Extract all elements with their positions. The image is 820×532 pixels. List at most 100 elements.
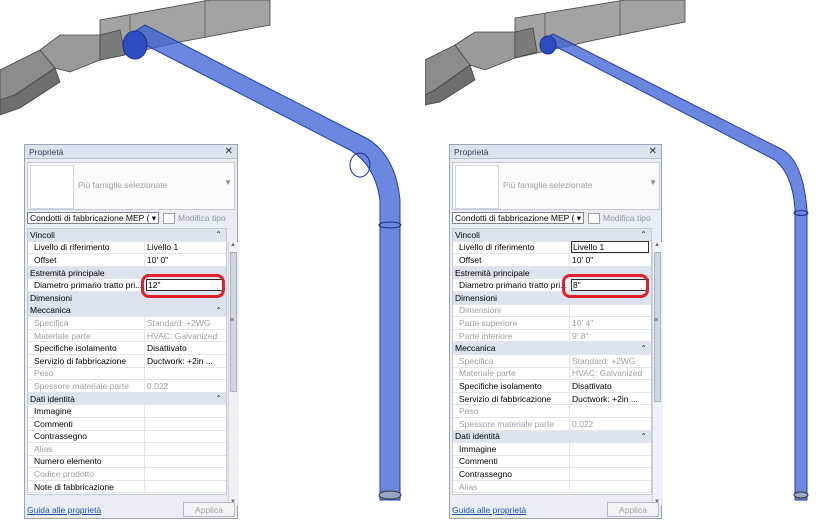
property-name: Parte superiore bbox=[453, 317, 570, 329]
property-row: Spessore materiale parte 0.022 bbox=[453, 417, 651, 431]
property-value[interactable] bbox=[145, 431, 226, 443]
property-row: Numero elemento bbox=[28, 455, 226, 469]
instance-filter-dropdown[interactable]: Condotti di fabbricazione MEP ( ▾ bbox=[452, 212, 584, 224]
property-name: Codice prodotto bbox=[28, 468, 145, 480]
scroll-up-icon[interactable]: ▲ bbox=[230, 242, 236, 248]
section-label: Vincoli bbox=[455, 229, 480, 240]
property-value bbox=[570, 405, 651, 417]
property-value: 0.022 bbox=[147, 380, 169, 391]
section-label: Dati identità bbox=[455, 431, 500, 442]
property-value[interactable] bbox=[570, 443, 651, 455]
collapse-icon[interactable]: ⌃ bbox=[640, 432, 647, 441]
scroll-thumb[interactable] bbox=[654, 252, 661, 402]
chevron-down-icon[interactable]: ▼ bbox=[224, 178, 232, 187]
property-value[interactable]: Ductwork: +2in ... bbox=[570, 393, 651, 405]
property-value[interactable]: Ductwork: +2in ... bbox=[145, 355, 226, 367]
type-selector-preview[interactable]: Più famiglie selezionate ▼ bbox=[27, 162, 235, 210]
instance-filter-dropdown[interactable]: Condotti di fabbricazione MEP ( ▾ bbox=[27, 212, 159, 224]
close-icon[interactable]: ✕ bbox=[649, 146, 657, 157]
property-value bbox=[145, 368, 226, 380]
property-name: Contrassegno bbox=[453, 468, 570, 480]
property-value[interactable]: 10' 0" bbox=[570, 254, 651, 266]
property-value[interactable]: Disattivato bbox=[145, 342, 226, 354]
type-selector-preview[interactable]: Più famiglie selezionate ▼ bbox=[452, 162, 660, 210]
property-name: Spessore materiale parte bbox=[453, 417, 570, 430]
scroll-up-icon[interactable]: ▲ bbox=[654, 242, 660, 248]
edit-type-button[interactable]: Modifica tipo bbox=[588, 212, 651, 224]
property-value[interactable] bbox=[145, 418, 226, 430]
property-value: 9' 8" bbox=[572, 330, 589, 341]
grid-section-header[interactable]: Meccanica ⌃ bbox=[453, 342, 651, 355]
grid-section-header[interactable]: Vincoli ⌃ bbox=[453, 229, 651, 242]
highlight-annotation bbox=[141, 274, 225, 298]
property-row: Alias bbox=[453, 480, 651, 494]
property-value bbox=[145, 468, 226, 480]
chevron-down-icon[interactable]: ▼ bbox=[649, 178, 657, 187]
property-name: Servizio di fabbricazione bbox=[453, 392, 570, 405]
properties-grid[interactable]: Vincoli ⌃ Livello di riferimento Livello 1O… bbox=[27, 228, 227, 495]
property-name: Specifiche isolamento bbox=[453, 380, 570, 392]
property-name: Immagine bbox=[453, 443, 570, 455]
property-value[interactable] bbox=[145, 456, 226, 468]
palette-title: Proprietà bbox=[29, 146, 64, 157]
property-value[interactable] bbox=[145, 405, 226, 417]
grid-section-header[interactable]: Dati identità ⌃ bbox=[28, 392, 226, 406]
scroll-grip-icon: ≡ bbox=[654, 317, 659, 324]
property-value: Standard: +2WG bbox=[147, 317, 211, 328]
property-row: Specifica Standard: +2WG bbox=[28, 317, 226, 330]
properties-scrollbar[interactable]: ▲ ≡ ▼ bbox=[228, 242, 239, 505]
property-value: HVAC: Galvanized bbox=[147, 330, 218, 341]
property-row: Offset 10' 0" bbox=[28, 254, 226, 267]
property-value[interactable] bbox=[570, 456, 651, 468]
property-name: Immagine bbox=[28, 405, 145, 417]
property-name: Numero elemento bbox=[28, 455, 145, 468]
section-label: Dati identità bbox=[30, 393, 75, 404]
property-value[interactable] bbox=[145, 481, 226, 493]
palette-footer: Guida alle proprietà Applica bbox=[450, 501, 661, 518]
type-name: Più famiglie selezionate bbox=[503, 180, 593, 190]
property-value[interactable]: Disattivato bbox=[570, 380, 651, 392]
properties-grid[interactable]: Vincoli ⌃ Livello di riferimento Livello 1O… bbox=[452, 228, 652, 495]
property-name: Peso bbox=[28, 367, 145, 380]
property-name: Commenti bbox=[453, 455, 570, 468]
type-name: Più famiglie selezionate bbox=[78, 180, 168, 190]
property-row: Contrassegno bbox=[453, 468, 651, 481]
property-name: Note di fabbricazione bbox=[28, 480, 145, 493]
property-name: Alias bbox=[28, 443, 145, 455]
help-link[interactable]: Guida alle proprietà bbox=[27, 505, 101, 515]
chevron-down-icon: ▾ bbox=[576, 212, 581, 223]
palette-title-bar: Proprietà ✕ bbox=[450, 145, 661, 159]
property-name: Alias bbox=[453, 480, 570, 493]
property-value[interactable] bbox=[570, 468, 651, 480]
property-value[interactable]: Livello 1 bbox=[145, 242, 226, 254]
section-label: Vincoli bbox=[30, 229, 55, 240]
property-name: Offset bbox=[28, 254, 145, 266]
collapse-icon[interactable]: ⌃ bbox=[640, 230, 647, 239]
section-label: Estremità principale bbox=[455, 267, 530, 278]
edit-type-label: Modifica tipo bbox=[603, 213, 651, 223]
grid-section-header[interactable]: Dati identità ⌃ bbox=[453, 430, 651, 444]
grid-section-header[interactable]: Vincoli ⌃ bbox=[28, 229, 226, 242]
property-row: Servizio di fabbricazione Ductwork: +2in … bbox=[28, 354, 226, 368]
property-value[interactable]: Livello 1 bbox=[571, 241, 649, 254]
collapse-icon[interactable]: ⌃ bbox=[215, 306, 222, 315]
property-row: Parte superiore 10' 4" bbox=[453, 317, 651, 330]
edit-type-button[interactable]: Modifica tipo bbox=[163, 212, 226, 224]
property-name: Materiale parte bbox=[453, 367, 570, 380]
property-row: Specifica Standard: +2WG bbox=[453, 354, 651, 368]
properties-scrollbar[interactable]: ▲ ≡ ▼ bbox=[652, 242, 663, 505]
scroll-grip-icon: ≡ bbox=[230, 317, 235, 324]
collapse-icon[interactable]: ⌃ bbox=[640, 344, 647, 353]
property-name: Peso bbox=[453, 405, 570, 417]
property-row: Dimensioni bbox=[453, 304, 651, 318]
apply-button[interactable]: Applica bbox=[183, 502, 235, 517]
help-link[interactable]: Guida alle proprietà bbox=[452, 505, 526, 515]
close-icon[interactable]: ✕ bbox=[225, 146, 233, 157]
collapse-icon[interactable]: ⌃ bbox=[215, 230, 222, 239]
grid-section-header[interactable]: Meccanica ⌃ bbox=[28, 304, 226, 318]
property-row: Peso bbox=[453, 405, 651, 418]
collapse-icon[interactable]: ⌃ bbox=[215, 394, 222, 403]
highlight-annotation bbox=[562, 274, 649, 298]
apply-button[interactable]: Applica bbox=[607, 502, 659, 517]
property-value[interactable]: 10' 0" bbox=[145, 254, 226, 266]
